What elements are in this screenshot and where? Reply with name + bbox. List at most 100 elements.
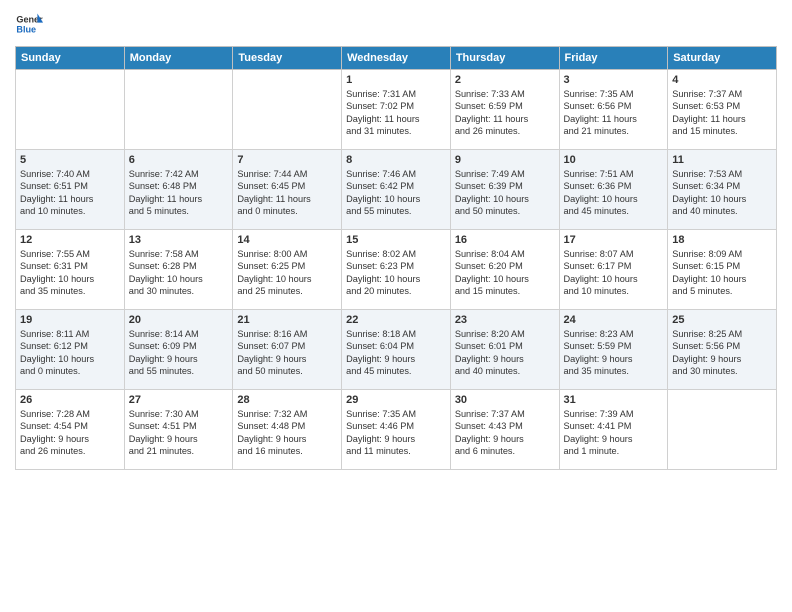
day-number: 22 [346,314,446,326]
day-cell: 10Sunrise: 7:51 AM Sunset: 6:36 PM Dayli… [559,150,668,230]
day-info: Sunrise: 7:51 AM Sunset: 6:36 PM Dayligh… [564,168,664,218]
weekday-header-thursday: Thursday [450,47,559,70]
day-cell [16,70,125,150]
day-number: 11 [672,154,772,166]
day-info: Sunrise: 7:42 AM Sunset: 6:48 PM Dayligh… [129,168,229,218]
day-info: Sunrise: 7:33 AM Sunset: 6:59 PM Dayligh… [455,88,555,138]
day-cell: 23 Sunrise: 8:20 AM Sunset: 6:01 PM Dayli… [450,310,559,390]
svg-text:Blue: Blue [16,24,36,34]
day-cell: 30 Sunrise: 7:37 AM Sunset: 4:43 PM Dayli… [450,390,559,470]
day-info: Sunrise: 7:49 AM Sunset: 6:39 PM Dayligh… [455,168,555,218]
day-info: Sunrise: 8:23 AM Sunset: 5:59 PM Dayligh… [564,328,664,378]
day-info: Sunrise: 7:39 AM Sunset: 4:41 PM Dayligh… [564,408,664,458]
day-number: 6 [129,154,229,166]
day-number: 9 [455,154,555,166]
day-info: Sunrise: 8:09 AM Sunset: 6:15 PM Dayligh… [672,248,772,298]
day-cell: 19 Sunrise: 8:11 AM Sunset: 6:12 PM Dayli… [16,310,125,390]
day-info: Sunrise: 7:40 AM Sunset: 6:51 PM Dayligh… [20,168,120,218]
day-cell: 3 Sunrise: 7:35 AM Sunset: 6:56 PM Daylig… [559,70,668,150]
day-info: Sunrise: 8:07 AM Sunset: 6:17 PM Dayligh… [564,248,664,298]
day-cell [124,70,233,150]
calendar: SundayMondayTuesdayWednesdayThursdayFrid… [15,46,777,470]
day-info: Sunrise: 7:32 AM Sunset: 4:48 PM Dayligh… [237,408,337,458]
day-cell: 26Sunrise: 7:28 AM Sunset: 4:54 PM Dayli… [16,390,125,470]
day-info: Sunrise: 8:04 AM Sunset: 6:20 PM Dayligh… [455,248,555,298]
day-number: 14 [237,234,337,246]
page: General Blue SundayMondayTuesdayWednesda… [0,0,792,612]
weekday-header-sunday: Sunday [16,47,125,70]
day-cell: 28Sunrise: 7:32 AM Sunset: 4:48 PM Dayli… [233,390,342,470]
day-cell: 11 Sunrise: 7:53 AM Sunset: 6:34 PM Dayli… [668,150,777,230]
day-cell: 2 Sunrise: 7:33 AM Sunset: 6:59 PM Daylig… [450,70,559,150]
day-info: Sunrise: 7:53 AM Sunset: 6:34 PM Dayligh… [672,168,772,218]
day-info: Sunrise: 7:35 AM Sunset: 6:56 PM Dayligh… [564,88,664,138]
day-number: 18 [672,234,772,246]
day-cell: 8 Sunrise: 7:46 AM Sunset: 6:42 PM Daylig… [342,150,451,230]
day-number: 1 [346,74,446,86]
week-row-1: 1 Sunrise: 7:31 AM Sunset: 7:02 PM Daylig… [16,70,777,150]
day-info: Sunrise: 7:58 AM Sunset: 6:28 PM Dayligh… [129,248,229,298]
day-info: Sunrise: 8:20 AM Sunset: 6:01 PM Dayligh… [455,328,555,378]
day-cell: 27Sunrise: 7:30 AM Sunset: 4:51 PM Dayli… [124,390,233,470]
day-info: Sunrise: 7:35 AM Sunset: 4:46 PM Dayligh… [346,408,446,458]
day-number: 20 [129,314,229,326]
day-info: Sunrise: 7:44 AM Sunset: 6:45 PM Dayligh… [237,168,337,218]
day-number: 17 [564,234,664,246]
day-info: Sunrise: 7:37 AM Sunset: 4:43 PM Dayligh… [455,408,555,458]
day-cell: 17 Sunrise: 8:07 AM Sunset: 6:17 PM Dayli… [559,230,668,310]
day-info: Sunrise: 8:14 AM Sunset: 6:09 PM Dayligh… [129,328,229,378]
day-number: 19 [20,314,120,326]
day-number: 15 [346,234,446,246]
logo-icon: General Blue [15,10,43,38]
weekday-header-row: SundayMondayTuesdayWednesdayThursdayFrid… [16,47,777,70]
day-info: Sunrise: 7:37 AM Sunset: 6:53 PM Dayligh… [672,88,772,138]
day-cell: 29 Sunrise: 7:35 AM Sunset: 4:46 PM Dayli… [342,390,451,470]
day-number: 26 [20,394,120,406]
week-row-3: 12Sunrise: 7:55 AM Sunset: 6:31 PM Dayli… [16,230,777,310]
day-cell: 25 Sunrise: 8:25 AM Sunset: 5:56 PM Dayli… [668,310,777,390]
day-cell [668,390,777,470]
day-info: Sunrise: 8:25 AM Sunset: 5:56 PM Dayligh… [672,328,772,378]
day-cell: 21 Sunrise: 8:16 AM Sunset: 6:07 PM Dayli… [233,310,342,390]
day-info: Sunrise: 8:16 AM Sunset: 6:07 PM Dayligh… [237,328,337,378]
day-cell: 9 Sunrise: 7:49 AM Sunset: 6:39 PM Daylig… [450,150,559,230]
weekday-header-tuesday: Tuesday [233,47,342,70]
day-cell: 1 Sunrise: 7:31 AM Sunset: 7:02 PM Daylig… [342,70,451,150]
day-cell: 22 Sunrise: 8:18 AM Sunset: 6:04 PM Dayli… [342,310,451,390]
day-cell: 31 Sunrise: 7:39 AM Sunset: 4:41 PM Dayli… [559,390,668,470]
day-cell: 15Sunrise: 8:02 AM Sunset: 6:23 PM Dayli… [342,230,451,310]
day-number: 30 [455,394,555,406]
weekday-header-wednesday: Wednesday [342,47,451,70]
day-info: Sunrise: 7:46 AM Sunset: 6:42 PM Dayligh… [346,168,446,218]
day-number: 2 [455,74,555,86]
day-cell: 12Sunrise: 7:55 AM Sunset: 6:31 PM Dayli… [16,230,125,310]
day-cell: 13 Sunrise: 7:58 AM Sunset: 6:28 PM Dayli… [124,230,233,310]
day-number: 5 [20,154,120,166]
day-number: 13 [129,234,229,246]
day-info: Sunrise: 8:11 AM Sunset: 6:12 PM Dayligh… [20,328,120,378]
day-number: 7 [237,154,337,166]
day-number: 27 [129,394,229,406]
day-number: 21 [237,314,337,326]
logo: General Blue [15,10,49,38]
day-number: 29 [346,394,446,406]
day-info: Sunrise: 8:18 AM Sunset: 6:04 PM Dayligh… [346,328,446,378]
day-number: 25 [672,314,772,326]
day-cell: 4 Sunrise: 7:37 AM Sunset: 6:53 PM Daylig… [668,70,777,150]
weekday-header-saturday: Saturday [668,47,777,70]
day-number: 24 [564,314,664,326]
day-info: Sunrise: 8:00 AM Sunset: 6:25 PM Dayligh… [237,248,337,298]
day-cell: 7 Sunrise: 7:44 AM Sunset: 6:45 PM Daylig… [233,150,342,230]
day-number: 31 [564,394,664,406]
day-cell [233,70,342,150]
day-number: 4 [672,74,772,86]
day-cell: 24 Sunrise: 8:23 AM Sunset: 5:59 PM Dayli… [559,310,668,390]
day-number: 23 [455,314,555,326]
day-info: Sunrise: 7:31 AM Sunset: 7:02 PM Dayligh… [346,88,446,138]
day-cell: 6 Sunrise: 7:42 AM Sunset: 6:48 PM Daylig… [124,150,233,230]
day-cell: 14 Sunrise: 8:00 AM Sunset: 6:25 PM Dayli… [233,230,342,310]
day-number: 3 [564,74,664,86]
week-row-2: 5 Sunrise: 7:40 AM Sunset: 6:51 PM Daylig… [16,150,777,230]
weekday-header-monday: Monday [124,47,233,70]
day-number: 8 [346,154,446,166]
